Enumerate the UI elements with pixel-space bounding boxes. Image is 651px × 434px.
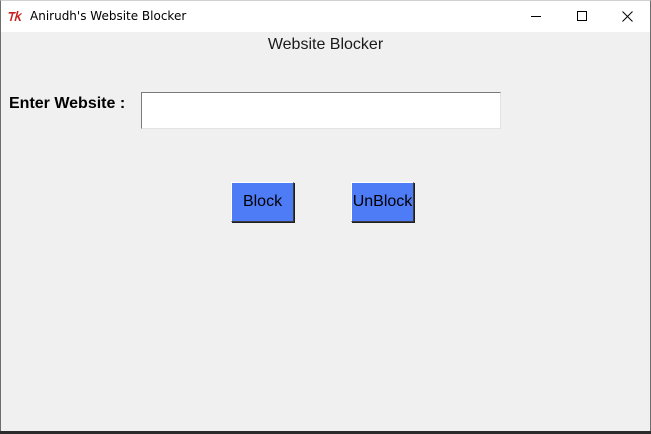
tk-feather-icon [8, 9, 26, 23]
minimize-icon [531, 16, 541, 17]
app-window: Anirudh's Website Blocker Website Blocke… [0, 0, 651, 433]
close-button[interactable] [604, 1, 650, 32]
page-title: Website Blocker [1, 36, 650, 54]
website-input[interactable] [141, 92, 501, 129]
window-title: Anirudh's Website Blocker [30, 9, 187, 23]
website-label: Enter Website : [9, 95, 126, 112]
block-button[interactable]: Block [231, 182, 294, 222]
heading-text: Website Blocker [267, 36, 384, 53]
maximize-button[interactable] [559, 1, 605, 32]
unblock-button[interactable]: UnBlock [351, 182, 414, 222]
main-panel: Website Blocker Enter Website : Block Un… [1, 32, 650, 432]
close-icon [622, 11, 633, 22]
minimize-button[interactable] [513, 1, 559, 32]
title-bar[interactable]: Anirudh's Website Blocker [1, 1, 650, 32]
maximize-icon [577, 11, 587, 21]
